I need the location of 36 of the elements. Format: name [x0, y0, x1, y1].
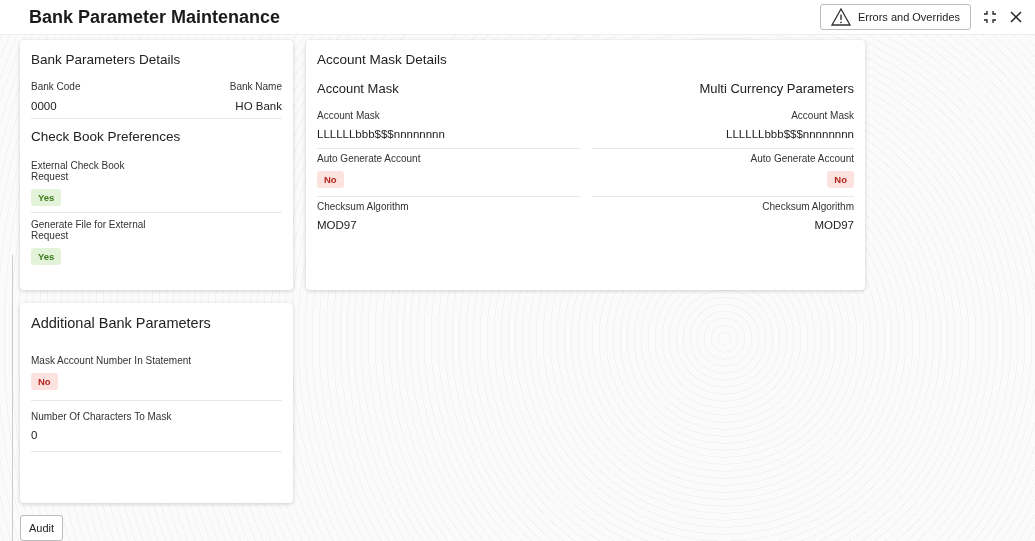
field-label: Checksum Algorithm	[317, 201, 409, 212]
field-label: Bank Name	[229, 81, 282, 92]
page-title: Bank Parameter Maintenance	[29, 6, 281, 28]
card-title: Additional Bank Parameters	[31, 315, 212, 331]
status-badge: No	[827, 171, 854, 188]
section-title: Multi Currency Parameters	[698, 81, 854, 96]
field-label: Mask Account Number In Statement	[31, 355, 192, 366]
card-title: Bank Parameters Details	[31, 52, 182, 67]
field-label: External Check Book Request	[31, 160, 126, 182]
field-value: HO Bank	[235, 100, 282, 112]
section-title: Check Book Preferences	[31, 129, 182, 144]
field-label: Auto Generate Account	[750, 153, 854, 164]
field-label: Account Mask	[317, 110, 380, 121]
field-value: LLLLLLbbb$$$nnnnnnnn	[726, 128, 854, 140]
warning-icon	[830, 8, 851, 26]
field-value: MOD97	[814, 219, 854, 231]
field-value: MOD97	[317, 219, 357, 231]
field-value: LLLLLLbbb$$$nnnnnnnn	[317, 128, 445, 140]
minimize-icon[interactable]	[983, 10, 997, 24]
field-label: Generate File for External Request	[31, 219, 147, 241]
field-value: 0	[31, 429, 38, 441]
field-label: Auto Generate Account	[317, 153, 421, 164]
status-badge: No	[317, 171, 344, 188]
field-value: 0000	[31, 100, 57, 112]
field-label: Account Mask	[791, 110, 854, 121]
status-badge: Yes	[31, 189, 62, 206]
status-badge: No	[31, 373, 58, 390]
section-title: Account Mask	[317, 81, 400, 96]
errors-and-overrides-button[interactable]: Errors and Overrides	[819, 4, 971, 30]
field-label: Checksum Algorithm	[762, 201, 854, 212]
field-label: Bank Code	[31, 81, 81, 92]
card-title: Account Mask Details	[317, 52, 448, 67]
close-icon[interactable]	[1009, 10, 1023, 24]
field-label: Number Of Characters To Mask	[31, 411, 172, 422]
audit-button[interactable]: Audit	[20, 515, 64, 541]
status-badge: Yes	[31, 248, 62, 265]
